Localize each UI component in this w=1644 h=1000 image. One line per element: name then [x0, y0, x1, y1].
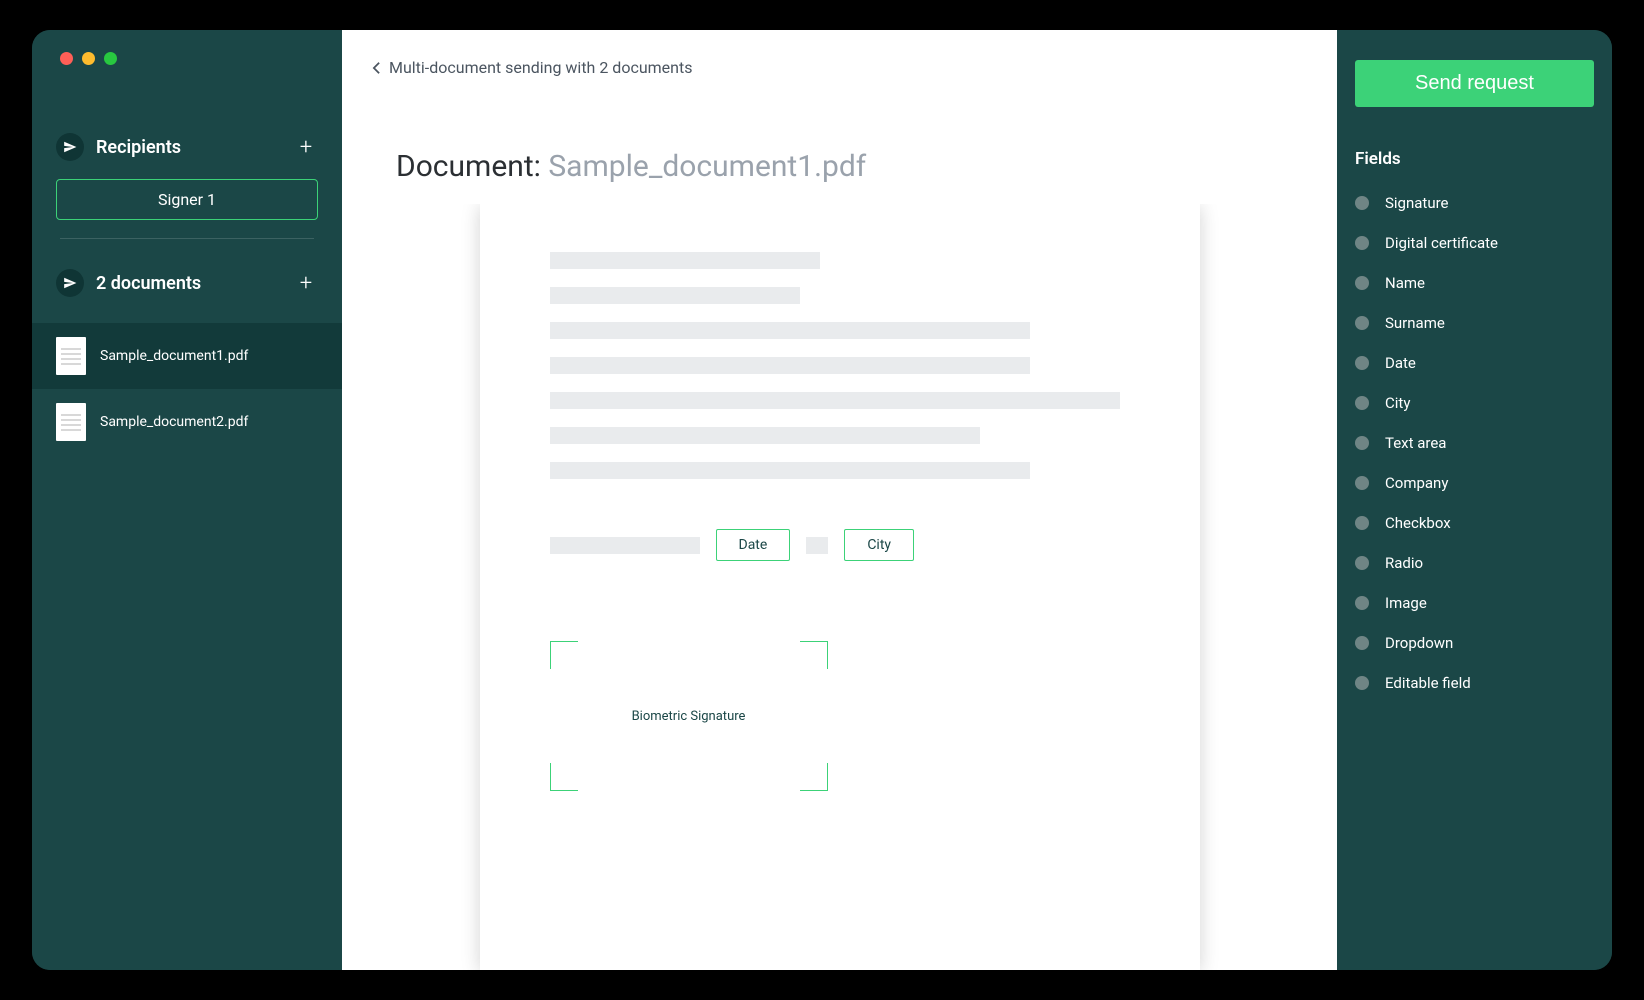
- breadcrumb-label: Multi-document sending with 2 documents: [389, 58, 692, 77]
- field-item-radio[interactable]: Radio: [1355, 543, 1594, 583]
- date-field-chip[interactable]: Date: [716, 529, 791, 561]
- field-dot-icon: [1355, 676, 1369, 690]
- documents-title: 2 documents: [96, 273, 201, 294]
- document-item[interactable]: Sample_document2.pdf: [32, 389, 342, 455]
- document-thumb-icon: [56, 337, 86, 375]
- placeholder-line: [550, 392, 1120, 409]
- send-icon: [56, 133, 84, 161]
- signature-field[interactable]: Biometric Signature: [550, 641, 828, 791]
- field-item-text-area[interactable]: Text area: [1355, 423, 1594, 463]
- document-title: Document: Sample_document1.pdf: [342, 77, 1337, 204]
- field-item-surname[interactable]: Surname: [1355, 303, 1594, 343]
- field-item-city[interactable]: City: [1355, 383, 1594, 423]
- send-request-button[interactable]: Send request: [1355, 60, 1594, 107]
- field-label: Image: [1385, 594, 1427, 612]
- document-list: Sample_document1.pdf Sample_document2.pd…: [32, 323, 342, 455]
- field-dot-icon: [1355, 316, 1369, 330]
- document-title-filename: Sample_document1.pdf: [548, 149, 866, 184]
- field-label: Digital certificate: [1385, 234, 1498, 252]
- field-label: City: [1385, 394, 1410, 412]
- field-label: Text area: [1385, 434, 1446, 452]
- chevron-left-icon: [372, 61, 381, 75]
- field-label: Name: [1385, 274, 1425, 292]
- document-page[interactable]: Date City Biometric Signature: [480, 204, 1200, 970]
- document-item[interactable]: Sample_document1.pdf: [32, 323, 342, 389]
- placeholder-line: [550, 357, 1030, 374]
- fields-title: Fields: [1355, 149, 1594, 169]
- send-icon: [56, 269, 84, 297]
- placeholder-line: [550, 537, 700, 554]
- document-name: Sample_document1.pdf: [100, 347, 248, 365]
- field-dot-icon: [1355, 276, 1369, 290]
- field-dot-icon: [1355, 516, 1369, 530]
- field-dot-icon: [1355, 196, 1369, 210]
- field-label: Company: [1385, 474, 1448, 492]
- right-sidebar: Send request Fields Signature Digital ce…: [1337, 30, 1612, 970]
- field-label: Date: [1385, 354, 1416, 372]
- field-item-digital-certificate[interactable]: Digital certificate: [1355, 223, 1594, 263]
- add-recipient-button[interactable]: +: [294, 135, 318, 159]
- main-area: Multi-document sending with 2 documents …: [342, 30, 1337, 970]
- recipients-title: Recipients: [96, 137, 181, 158]
- corner-marker: [550, 763, 578, 791]
- inline-field-row: Date City: [550, 529, 1130, 561]
- field-label: Dropdown: [1385, 634, 1453, 652]
- field-dot-icon: [1355, 436, 1369, 450]
- document-thumb-icon: [56, 403, 86, 441]
- recipients-header: Recipients +: [56, 133, 318, 161]
- field-item-date[interactable]: Date: [1355, 343, 1594, 383]
- placeholder-line: [550, 427, 980, 444]
- close-window-icon[interactable]: [60, 52, 73, 65]
- field-dot-icon: [1355, 476, 1369, 490]
- field-item-editable-field[interactable]: Editable field: [1355, 663, 1594, 703]
- document-viewport: Date City Biometric Signature: [342, 204, 1337, 970]
- placeholder-line: [550, 322, 1030, 339]
- field-item-company[interactable]: Company: [1355, 463, 1594, 503]
- placeholder-line: [550, 462, 1030, 479]
- breadcrumb-back[interactable]: Multi-document sending with 2 documents: [342, 30, 1337, 77]
- field-dot-icon: [1355, 356, 1369, 370]
- field-item-dropdown[interactable]: Dropdown: [1355, 623, 1594, 663]
- field-dot-icon: [1355, 636, 1369, 650]
- placeholder-line: [806, 537, 828, 554]
- field-item-name[interactable]: Name: [1355, 263, 1594, 303]
- field-label: Checkbox: [1385, 514, 1451, 532]
- signature-label: Biometric Signature: [632, 709, 746, 724]
- field-label: Radio: [1385, 554, 1423, 572]
- placeholder-line: [550, 287, 800, 304]
- left-sidebar: Recipients + Signer 1 2 documents +: [32, 30, 342, 970]
- field-item-signature[interactable]: Signature: [1355, 183, 1594, 223]
- add-document-button[interactable]: +: [294, 271, 318, 295]
- minimize-window-icon[interactable]: [82, 52, 95, 65]
- field-item-checkbox[interactable]: Checkbox: [1355, 503, 1594, 543]
- field-label: Signature: [1385, 194, 1449, 212]
- corner-marker: [800, 763, 828, 791]
- window-controls: [32, 30, 342, 88]
- placeholder-line: [550, 252, 820, 269]
- field-dot-icon: [1355, 596, 1369, 610]
- city-field-chip[interactable]: City: [844, 529, 914, 561]
- document-title-prefix: Document:: [396, 149, 548, 184]
- field-dot-icon: [1355, 236, 1369, 250]
- recipients-section: Recipients + Signer 1: [32, 88, 342, 239]
- documents-header: 2 documents +: [56, 269, 318, 297]
- field-item-image[interactable]: Image: [1355, 583, 1594, 623]
- signer-chip[interactable]: Signer 1: [56, 179, 318, 220]
- maximize-window-icon[interactable]: [104, 52, 117, 65]
- corner-marker: [800, 641, 828, 669]
- field-label: Editable field: [1385, 674, 1471, 692]
- document-name: Sample_document2.pdf: [100, 413, 248, 431]
- app-window: Recipients + Signer 1 2 documents +: [32, 30, 1612, 970]
- documents-section: 2 documents +: [32, 239, 342, 315]
- field-dot-icon: [1355, 396, 1369, 410]
- field-dot-icon: [1355, 556, 1369, 570]
- field-label: Surname: [1385, 314, 1445, 332]
- corner-marker: [550, 641, 578, 669]
